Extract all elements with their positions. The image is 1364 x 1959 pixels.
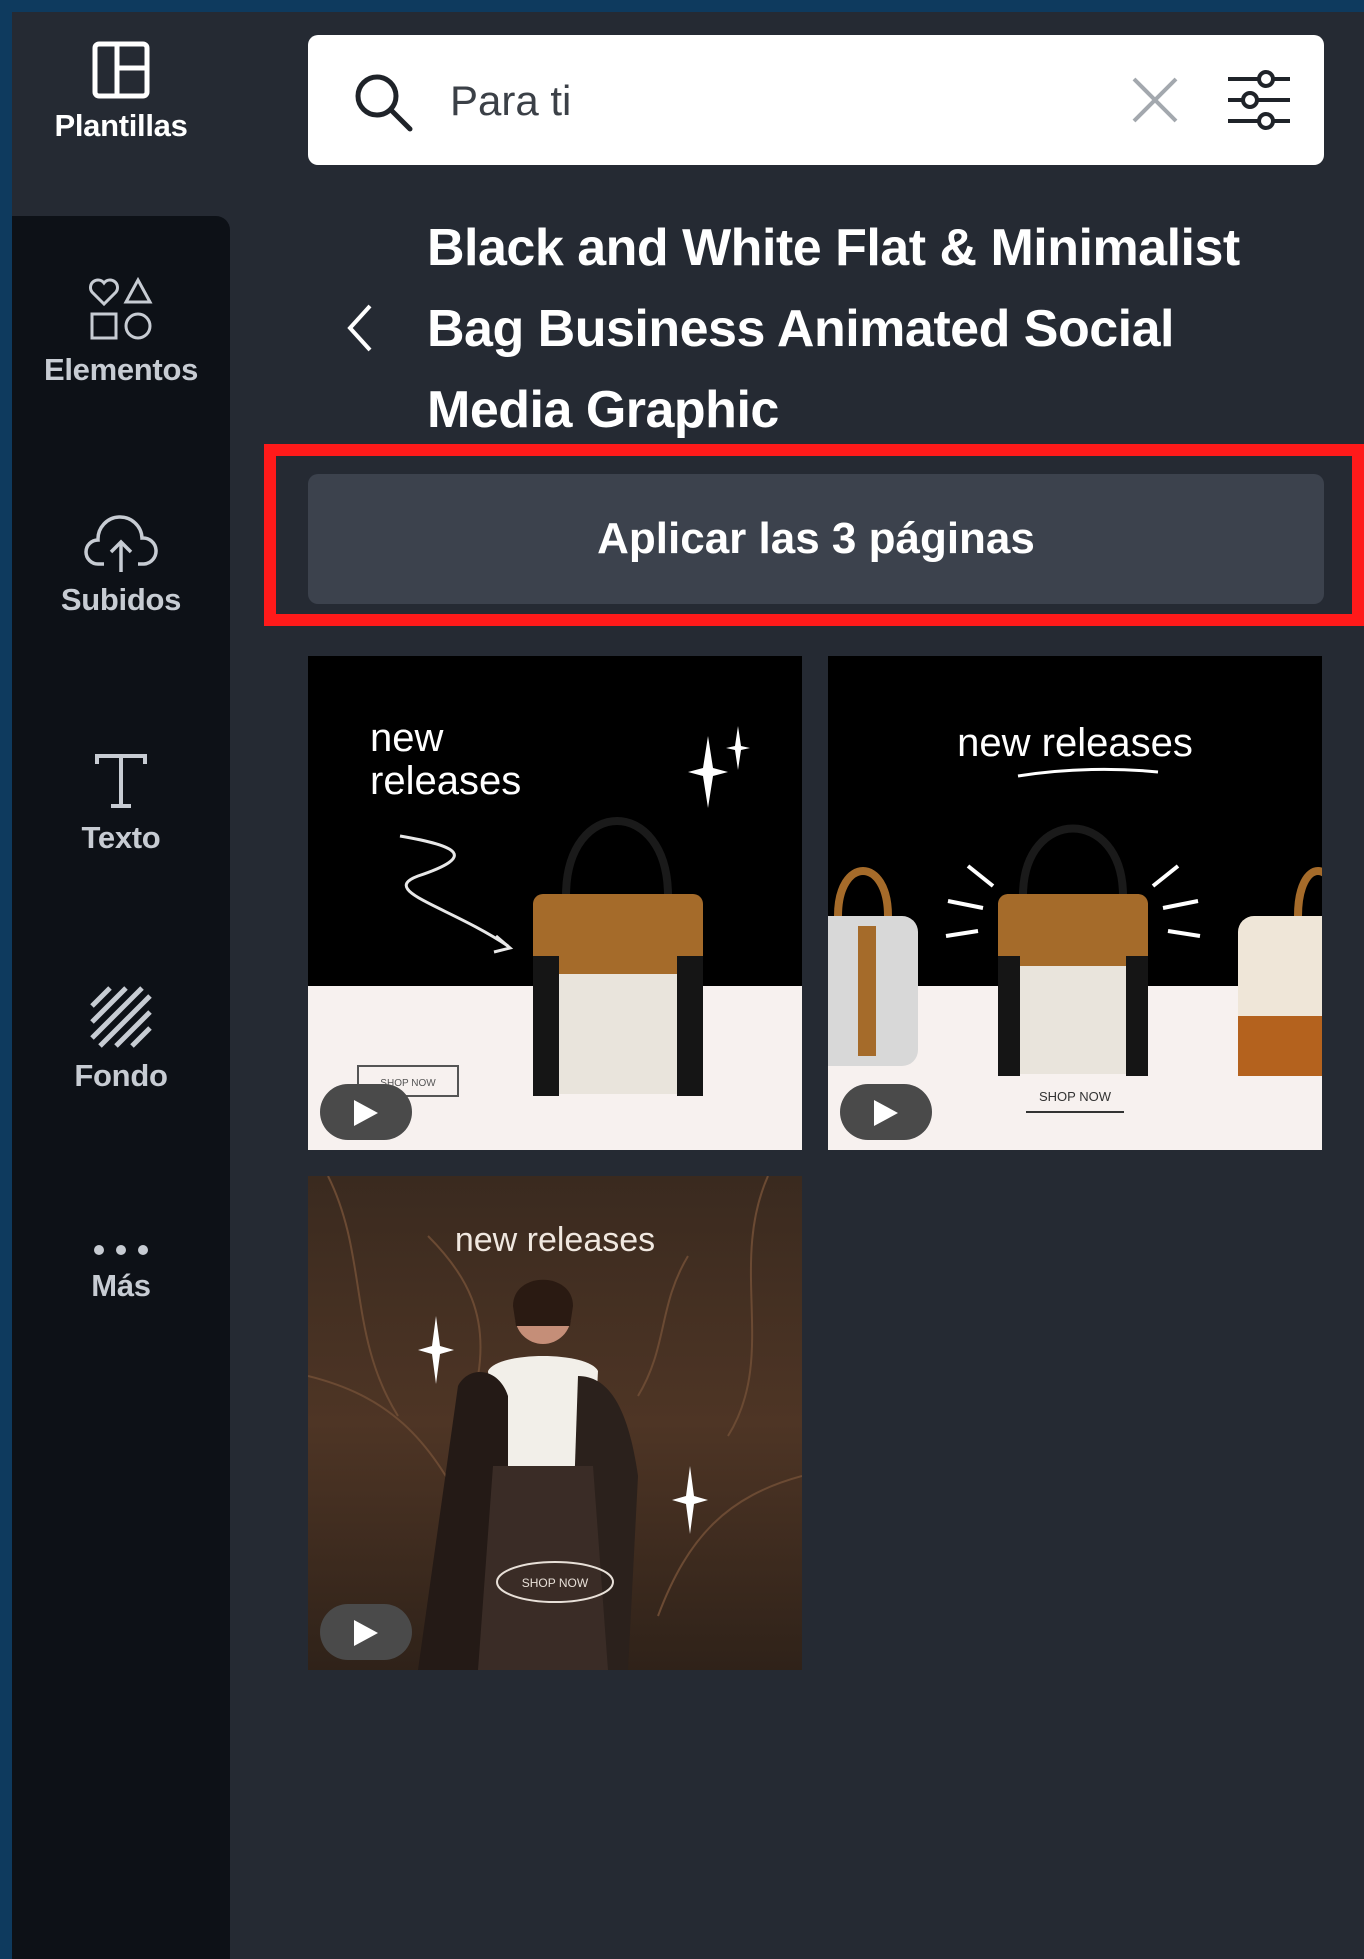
title-line: Bag Business Animated Social [427,300,1174,358]
sidebar-item-background[interactable]: Fondo [12,984,230,1094]
text-icon [95,754,147,808]
search-bar [308,35,1324,165]
thumbnail-heading: new releases [957,721,1193,765]
thumbnail-artwork: new releases SHOP NOW [308,1176,802,1670]
play-badge [840,1084,932,1140]
search-icon[interactable] [352,71,414,133]
filter-icon[interactable] [1226,69,1292,131]
templates-icon [92,41,150,99]
thumbnail-heading: new [370,716,443,760]
search-input[interactable] [448,65,1072,137]
sidebar-item-uploads[interactable]: Subidos [12,512,230,618]
play-icon [874,1100,898,1126]
sidebar-item-templates[interactable]: Plantillas [12,40,230,144]
play-icon [354,1100,378,1126]
sidebar-item-label: Elementos [43,352,199,387]
template-title: Black and White Flat & Minimalist Bag Bu… [427,208,1327,451]
background-icon [90,986,152,1048]
title-line: Media Graphic [427,381,779,439]
thumbnail-artwork: SHOP NOW new releases [308,656,802,1150]
clear-icon[interactable] [1130,75,1180,125]
elements-icon [89,276,153,340]
thumbnail-heading: new releases [455,1221,655,1259]
thumbnail-heading: releases [370,759,521,803]
sidebar-item-label: Texto [81,820,161,855]
thumbnail-cta: SHOP NOW [522,1576,589,1590]
more-icon [94,1245,148,1255]
title-line: Black and White Flat & Minimalist [427,219,1240,277]
left-rail: Plantillas Elementos Subidos Texto Fondo… [12,12,230,1959]
sidebar-item-label: Fondo [74,1058,168,1093]
thumbnail-artwork: new releases SHOP NOW [828,656,1322,1150]
template-page-thumbnail[interactable]: new releases SHOP NOW [308,1176,802,1670]
back-chevron-icon[interactable] [344,302,376,354]
sidebar-item-label: Plantillas [54,108,188,143]
thumbnail-cta: SHOP NOW [1039,1089,1112,1104]
play-icon [354,1620,378,1646]
sidebar-item-more[interactable]: Más [12,1240,230,1304]
apply-all-pages-button[interactable]: Aplicar las 3 páginas [308,474,1324,604]
upload-cloud-icon [84,515,158,572]
sidebar-item-label: Subidos [60,582,182,617]
editor-side-panel: Plantillas Elementos Subidos Texto Fondo… [12,12,1364,1959]
sidebar-item-text[interactable]: Texto [12,750,230,856]
play-badge [320,1084,412,1140]
sidebar-item-label: Más [91,1268,151,1303]
play-badge [320,1604,412,1660]
template-page-thumbnail[interactable]: new releases SHOP NOW [828,656,1322,1150]
sidebar-item-elements[interactable]: Elementos [12,274,230,388]
template-page-thumbnail[interactable]: SHOP NOW new releases [308,656,802,1150]
